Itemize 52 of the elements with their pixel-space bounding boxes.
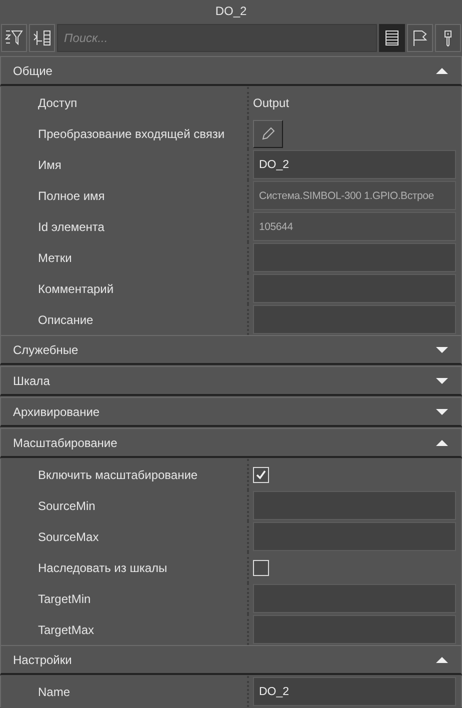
property-label: Name (38, 684, 70, 700)
edit-button[interactable] (253, 120, 283, 148)
search-field[interactable]: Поиск... (57, 24, 377, 52)
collapse-icon (435, 66, 449, 74)
property-label: Преобразование входящей связи (38, 126, 225, 142)
view-button[interactable] (435, 24, 461, 52)
property-value: Output (253, 94, 290, 112)
section-header[interactable]: Масштабирование (0, 428, 462, 458)
section-header[interactable]: Служебные (0, 335, 462, 365)
text-field[interactable] (253, 584, 456, 613)
section-header[interactable]: Общие (0, 56, 462, 86)
section-header[interactable]: Настройки (0, 645, 462, 675)
checkbox[interactable] (253, 560, 269, 576)
section-header[interactable]: Шкала (0, 366, 462, 396)
checkbox[interactable] (253, 466, 269, 482)
toolbar-button[interactable] (1, 24, 27, 52)
property-label: Комментарий (38, 280, 114, 298)
text-field[interactable] (253, 522, 456, 551)
expand-icon (435, 376, 449, 384)
property-label: TargetMax (38, 622, 94, 638)
expand-icon (33, 29, 51, 47)
property-label: Метки (38, 250, 72, 266)
property-label: TargetMin (38, 590, 91, 608)
text-field[interactable]: DO_2 (253, 150, 456, 179)
list-icon (383, 29, 401, 47)
text-field[interactable] (253, 615, 456, 644)
property-label: Id элемента (38, 218, 104, 236)
property-label: Описание (38, 312, 94, 328)
text-field[interactable] (253, 243, 456, 272)
section-header[interactable]: Архивирование (0, 397, 462, 427)
property-label: Наследовать из шкалы (38, 560, 168, 576)
collapse-icon (435, 438, 449, 446)
property-label: Имя (38, 156, 62, 174)
flag-icon (411, 29, 429, 47)
property-label: Полное имя (38, 188, 105, 204)
text-field[interactable] (253, 491, 456, 520)
collapse-icon (435, 656, 449, 664)
property-label: SourceMin (38, 498, 96, 514)
property-label: Включить масштабирование (38, 466, 198, 484)
window-title: DO_2 (214, 3, 248, 20)
toolbar-button[interactable] (29, 24, 55, 52)
text-field[interactable] (253, 305, 456, 334)
expand-icon (435, 408, 449, 416)
sort-icon (5, 29, 23, 47)
property-label: Доступ (38, 94, 78, 112)
text-field[interactable] (253, 274, 456, 303)
view-button[interactable] (407, 24, 433, 52)
property-label: SourceMax (38, 528, 99, 546)
view-button[interactable] (379, 24, 405, 52)
expand-icon (435, 346, 449, 354)
text-field[interactable]: DO_2 (253, 677, 456, 706)
pencil-icon (260, 126, 276, 142)
